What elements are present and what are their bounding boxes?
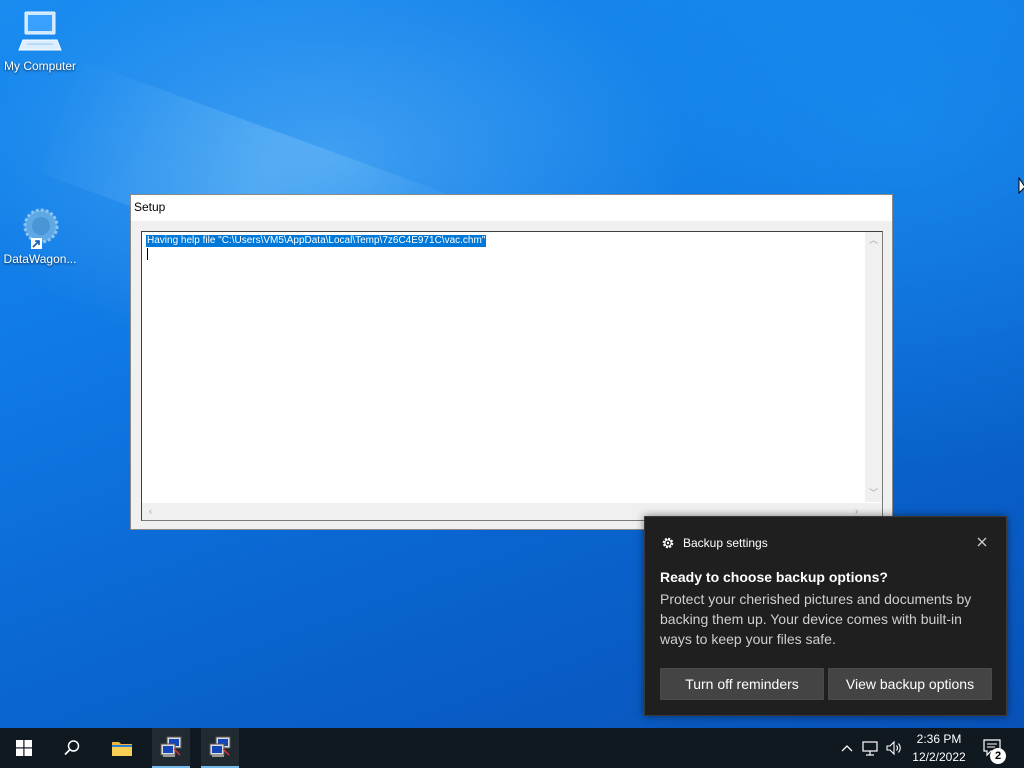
setup-window: Setup Having help file "C:\Users\VM5\App… <box>130 194 893 530</box>
selected-text[interactable]: Having help file "C:\Users\VM5\AppData\L… <box>146 235 487 247</box>
notification-title: Ready to choose backup options? <box>660 569 888 585</box>
gear-icon <box>661 536 675 550</box>
clock-date: 12/2/2022 <box>912 750 966 764</box>
datawagon-shortcut-icon <box>17 206 63 250</box>
taskbar: 2:36 PM 12/2/2022 <box>0 728 1024 768</box>
notification-toast: Backup settings Ready to choose backup o… <box>644 516 1007 716</box>
search-icon <box>64 740 80 756</box>
folder-icon <box>112 742 132 756</box>
taskbar-app-setup-2[interactable] <box>201 728 239 768</box>
window-title: Setup <box>134 200 166 214</box>
notification-count-badge: 2 <box>990 748 1006 764</box>
scroll-right-arrow-icon[interactable]: › <box>848 507 865 516</box>
setup-window-body: Having help file "C:\Users\VM5\AppData\L… <box>131 221 892 529</box>
desktop-icon-label: DataWagon... <box>3 252 77 266</box>
vertical-scrollbar[interactable]: ︿ ﹀ <box>865 232 882 502</box>
text-caret <box>147 248 148 260</box>
desktop-icon-label: My Computer <box>3 59 77 73</box>
setup-app-icon <box>160 736 182 757</box>
taskbar-clock[interactable]: 2:36 PM 12/2/2022 <box>904 730 974 766</box>
clock-time: 2:36 PM <box>916 732 962 746</box>
show-hidden-icons-chevron-up-icon[interactable] <box>840 738 854 763</box>
file-explorer-button[interactable] <box>98 728 146 768</box>
volume-icon[interactable] <box>885 738 903 763</box>
log-textbox[interactable]: Having help file "C:\Users\VM5\AppData\L… <box>141 231 883 521</box>
view-backup-options-button[interactable]: View backup options <box>828 668 992 700</box>
computer-icon <box>0 10 80 57</box>
desktop-icon-datawagon[interactable]: DataWagon... <box>0 206 80 266</box>
scroll-left-arrow-icon[interactable]: ‹ <box>142 507 159 516</box>
start-button[interactable] <box>0 728 48 768</box>
network-icon[interactable] <box>862 738 880 763</box>
notification-header: Backup settings <box>661 536 768 550</box>
notification-app-name: Backup settings <box>683 536 768 550</box>
search-button[interactable] <box>48 728 96 768</box>
taskbar-app-setup-1[interactable] <box>152 728 190 768</box>
scroll-down-arrow-icon[interactable]: ﹀ <box>865 489 882 498</box>
scroll-up-arrow-icon[interactable]: ︿ <box>865 236 882 245</box>
notification-body: Protect your cherished pictures and docu… <box>660 591 972 647</box>
mouse-cursor-icon <box>1018 176 1024 200</box>
setup-app-icon <box>209 736 231 757</box>
close-icon[interactable] <box>975 535 989 549</box>
windows-logo-icon <box>16 740 32 756</box>
turn-off-reminders-button[interactable]: Turn off reminders <box>660 668 824 700</box>
desktop-icon-my-computer[interactable]: My Computer <box>0 10 80 73</box>
